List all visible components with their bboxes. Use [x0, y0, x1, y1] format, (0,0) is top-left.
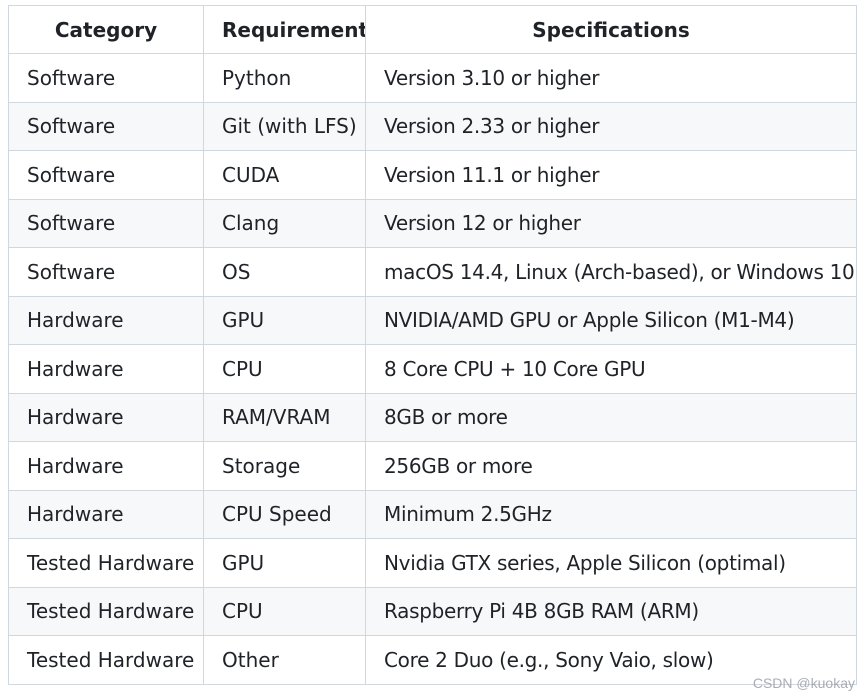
cell-category: Hardware	[8, 392, 204, 442]
cell-specification: 8 Core CPU + 10 Core GPU	[365, 344, 857, 394]
cell-category: Hardware	[8, 489, 204, 539]
table-row: Hardware GPU NVIDIA/AMD GPU or Apple Sil…	[8, 295, 857, 345]
cell-category: Hardware	[8, 441, 204, 491]
cell-specification: Version 3.10 or higher	[365, 53, 857, 103]
table-row: Tested Hardware Other Core 2 Duo (e.g., …	[8, 635, 857, 685]
cell-requirement: Storage	[203, 441, 366, 491]
csdn-watermark: CSDN @kuokay	[752, 675, 855, 691]
cell-specification: Version 2.33 or higher	[365, 101, 857, 151]
cell-category: Tested Hardware	[8, 635, 204, 685]
cell-category: Software	[8, 247, 204, 297]
cell-category: Software	[8, 101, 204, 151]
cell-specification: macOS 14.4, Linux (Arch-based), or Windo…	[365, 247, 857, 297]
cell-specification: 256GB or more	[365, 441, 857, 491]
cell-requirement: Clang	[203, 198, 366, 248]
table-row: Software Git (with LFS) Version 2.33 or …	[8, 101, 857, 151]
table-row: Hardware Storage 256GB or more	[8, 441, 857, 491]
requirements-table: Category Requirement Specifications Soft…	[8, 5, 857, 685]
cell-requirement: CUDA	[203, 150, 366, 200]
cell-requirement: CPU Speed	[203, 489, 366, 539]
cell-specification: Minimum 2.5GHz	[365, 489, 857, 539]
header-specifications: Specifications	[365, 5, 857, 54]
header-requirement: Requirement	[203, 5, 366, 54]
cell-requirement: GPU	[203, 295, 366, 345]
cell-requirement: RAM/VRAM	[203, 392, 366, 442]
table-row: Software OS macOS 14.4, Linux (Arch-base…	[8, 247, 857, 297]
cell-requirement: Python	[203, 53, 366, 103]
table-row: Hardware CPU 8 Core CPU + 10 Core GPU	[8, 344, 857, 394]
cell-specification: Version 11.1 or higher	[365, 150, 857, 200]
cell-requirement: Other	[203, 635, 366, 685]
cell-category: Tested Hardware	[8, 586, 204, 636]
cell-requirement: OS	[203, 247, 366, 297]
table-row: Software Clang Version 12 or higher	[8, 198, 857, 248]
cell-specification: 8GB or more	[365, 392, 857, 442]
cell-category: Software	[8, 150, 204, 200]
cell-category: Software	[8, 198, 204, 248]
table-row: Hardware RAM/VRAM 8GB or more	[8, 392, 857, 442]
table-row: Tested Hardware GPU Nvidia GTX series, A…	[8, 538, 857, 588]
cell-requirement: CPU	[203, 586, 366, 636]
cell-specification: NVIDIA/AMD GPU or Apple Silicon (M1-M4)	[365, 295, 857, 345]
cell-category: Hardware	[8, 295, 204, 345]
table-row: Tested Hardware CPU Raspberry Pi 4B 8GB …	[8, 586, 857, 636]
cell-requirement: Git (with LFS)	[203, 101, 366, 151]
cell-requirement: GPU	[203, 538, 366, 588]
table-row: Software CUDA Version 11.1 or higher	[8, 150, 857, 200]
cell-specification: Raspberry Pi 4B 8GB RAM (ARM)	[365, 586, 857, 636]
table-row: Software Python Version 3.10 or higher	[8, 53, 857, 103]
table-header-row: Category Requirement Specifications	[8, 5, 857, 54]
header-category: Category	[8, 5, 204, 54]
cell-category: Hardware	[8, 344, 204, 394]
cell-category: Tested Hardware	[8, 538, 204, 588]
cell-requirement: CPU	[203, 344, 366, 394]
table-row: Hardware CPU Speed Minimum 2.5GHz	[8, 489, 857, 539]
cell-specification: Nvidia GTX series, Apple Silicon (optima…	[365, 538, 857, 588]
cell-specification: Version 12 or higher	[365, 198, 857, 248]
cell-category: Software	[8, 53, 204, 103]
